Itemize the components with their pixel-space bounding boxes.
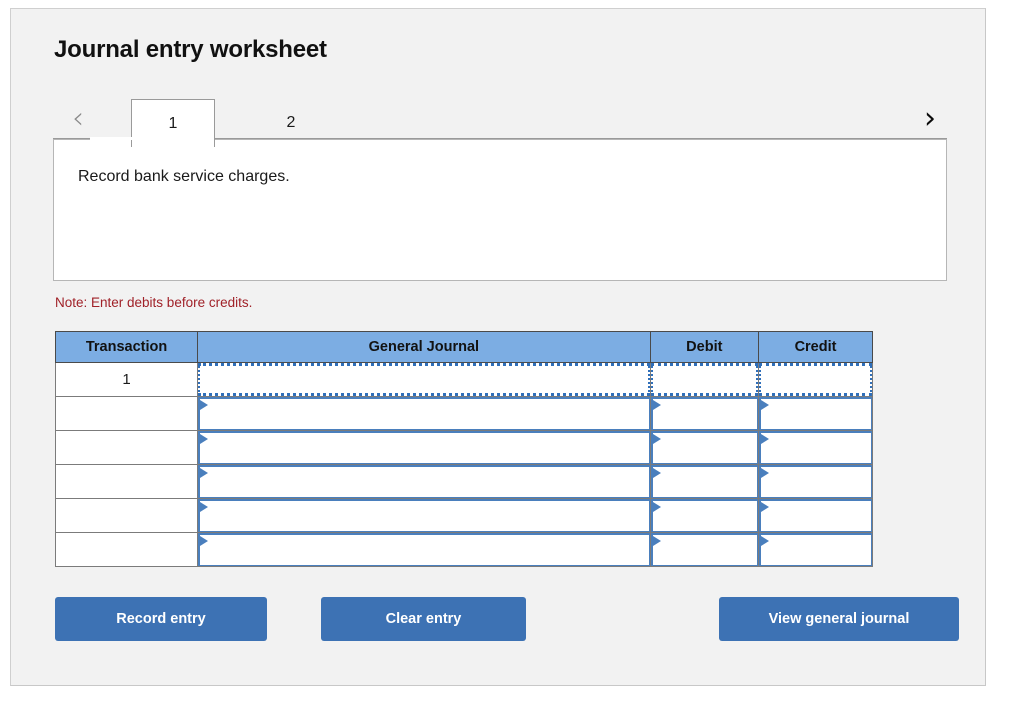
table-row: 1 bbox=[54, 362, 873, 397]
debit-input-cell[interactable] bbox=[649, 396, 760, 431]
general-journal-input-cell[interactable] bbox=[197, 430, 651, 465]
credit-input[interactable] bbox=[759, 397, 872, 430]
general-journal-input-cell[interactable] bbox=[197, 396, 651, 431]
credit-input[interactable] bbox=[759, 363, 872, 396]
page-title: Journal entry worksheet bbox=[54, 36, 327, 63]
debit-input-cell[interactable] bbox=[649, 362, 760, 397]
general-journal-input[interactable] bbox=[198, 499, 650, 532]
general-journal-input-cell[interactable] bbox=[197, 532, 651, 567]
debit-input-cell[interactable] bbox=[649, 532, 760, 567]
transaction-cell: 1 bbox=[54, 362, 199, 397]
debit-input-cell[interactable] bbox=[649, 498, 760, 533]
general-journal-input[interactable] bbox=[198, 363, 650, 396]
transaction-cell bbox=[54, 532, 199, 567]
credit-input-cell[interactable] bbox=[758, 464, 873, 499]
transaction-cell bbox=[54, 498, 199, 533]
debit-input[interactable] bbox=[650, 363, 759, 396]
debit-input[interactable] bbox=[650, 533, 759, 566]
credit-input[interactable] bbox=[759, 499, 872, 532]
column-header-debit: Debit bbox=[649, 331, 760, 363]
clear-entry-button[interactable]: Clear entry bbox=[321, 597, 526, 641]
debit-input[interactable] bbox=[650, 397, 759, 430]
prompt-box: Record bank service charges. bbox=[53, 139, 947, 281]
transaction-cell bbox=[54, 464, 199, 499]
column-header-general-journal: General Journal bbox=[197, 331, 651, 363]
table-row bbox=[54, 498, 873, 533]
debit-input-cell[interactable] bbox=[649, 430, 760, 465]
credit-input-cell[interactable] bbox=[758, 396, 873, 431]
credit-input[interactable] bbox=[759, 431, 872, 464]
debit-input[interactable] bbox=[650, 499, 759, 532]
transaction-cell bbox=[54, 396, 199, 431]
chevron-right-icon[interactable]: › bbox=[913, 101, 947, 137]
credit-input-cell[interactable] bbox=[758, 532, 873, 567]
view-general-journal-button[interactable]: View general journal bbox=[719, 597, 959, 641]
column-header-transaction: Transaction bbox=[54, 331, 199, 363]
general-journal-input-cell[interactable] bbox=[197, 498, 651, 533]
active-tab-connector bbox=[90, 137, 172, 140]
chevron-left-icon[interactable]: ‹ bbox=[61, 101, 95, 137]
general-journal-input-cell[interactable] bbox=[197, 464, 651, 499]
credit-input-cell[interactable] bbox=[758, 362, 873, 397]
general-journal-input[interactable] bbox=[198, 397, 650, 430]
table-row bbox=[54, 430, 873, 465]
credit-input-cell[interactable] bbox=[758, 430, 873, 465]
general-journal-input[interactable] bbox=[198, 431, 650, 464]
general-journal-input-cell[interactable] bbox=[197, 362, 651, 397]
credit-input-cell[interactable] bbox=[758, 498, 873, 533]
transaction-cell bbox=[54, 430, 199, 465]
debit-input-cell[interactable] bbox=[649, 464, 760, 499]
debit-input[interactable] bbox=[650, 431, 759, 464]
credit-input[interactable] bbox=[759, 533, 872, 566]
journal-entry-table: Transaction General Journal Debit Credit… bbox=[54, 331, 873, 567]
record-entry-button[interactable]: Record entry bbox=[55, 597, 267, 641]
credit-input[interactable] bbox=[759, 465, 872, 498]
table-row bbox=[54, 396, 873, 431]
table-row bbox=[54, 532, 873, 567]
prompt-text: Record bank service charges. bbox=[78, 168, 290, 185]
table-row bbox=[54, 464, 873, 499]
worksheet-panel: Journal entry worksheet ‹ 1 2 › Record b… bbox=[10, 8, 986, 686]
column-header-credit: Credit bbox=[758, 331, 873, 363]
general-journal-input[interactable] bbox=[198, 533, 650, 566]
debit-input[interactable] bbox=[650, 465, 759, 498]
table-header-row: Transaction General Journal Debit Credit bbox=[54, 331, 873, 363]
general-journal-input[interactable] bbox=[198, 465, 650, 498]
note-text: Note: Enter debits before credits. bbox=[55, 295, 253, 310]
